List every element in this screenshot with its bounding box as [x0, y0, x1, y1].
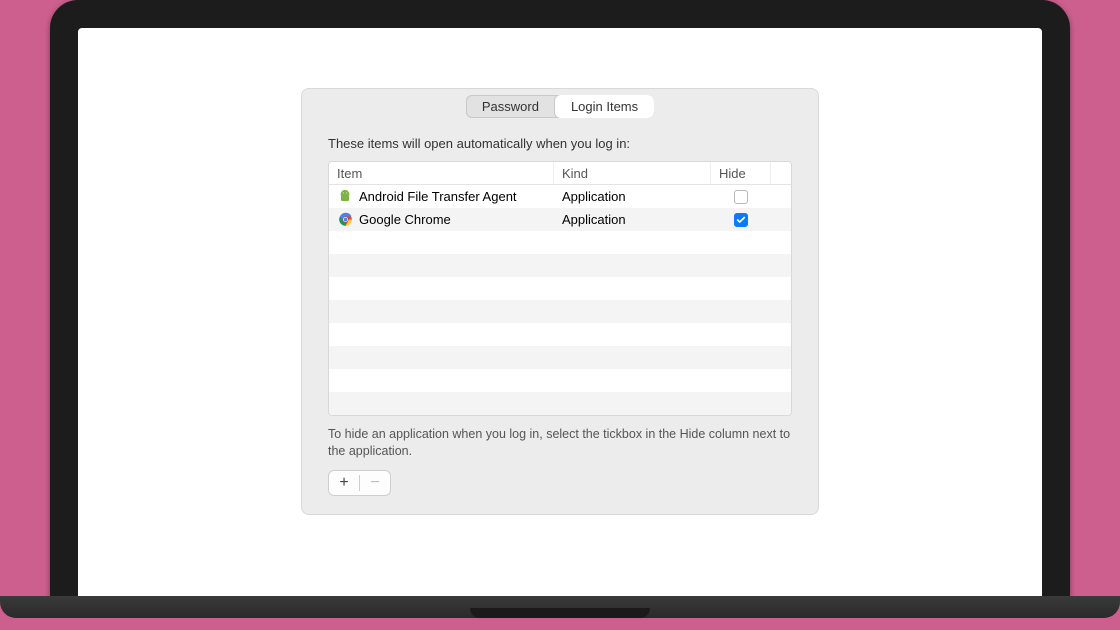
item-name: Google Chrome — [359, 212, 451, 227]
cell-hide — [711, 208, 771, 231]
remove-button[interactable]: − — [360, 471, 390, 495]
cell-spacer — [771, 185, 791, 208]
hint-text: To hide an application when you log in, … — [328, 426, 792, 460]
cell-spacer — [771, 208, 791, 231]
cell-hide — [711, 185, 771, 208]
login-items-table: Item Kind Hide Android File Transfer Age… — [328, 161, 792, 416]
table-row-empty — [329, 277, 791, 300]
table-row[interactable]: Google Chrome Application — [329, 208, 791, 231]
table-row[interactable]: Android File Transfer Agent Application — [329, 185, 791, 208]
cell-kind: Application — [554, 208, 711, 231]
item-name: Android File Transfer Agent — [359, 189, 517, 204]
col-kind[interactable]: Kind — [554, 162, 711, 184]
cell-kind: Application — [554, 185, 711, 208]
hide-checkbox[interactable] — [734, 190, 748, 204]
table-body: Android File Transfer AgentApplicationGo… — [329, 185, 791, 415]
laptop-mockup: Password Login Items These items will op… — [50, 0, 1070, 596]
cell-item: Android File Transfer Agent — [329, 185, 554, 208]
table-row-empty — [329, 346, 791, 369]
laptop-bezel: Password Login Items These items will op… — [50, 0, 1070, 596]
table-header: Item Kind Hide — [329, 162, 791, 185]
chrome-icon — [337, 212, 353, 228]
tab-login-items[interactable]: Login Items — [555, 95, 654, 118]
cell-item: Google Chrome — [329, 208, 554, 231]
panel-body: These items will open automatically when… — [302, 122, 818, 496]
android-icon — [337, 189, 353, 205]
col-spacer — [771, 162, 791, 184]
add-button[interactable]: + — [329, 471, 359, 495]
tab-bar: Password Login Items — [302, 89, 818, 122]
laptop-notch — [470, 608, 650, 618]
col-item[interactable]: Item — [329, 162, 554, 184]
table-row-empty — [329, 254, 791, 277]
screen: Password Login Items These items will op… — [78, 28, 1042, 596]
intro-text: These items will open automatically when… — [328, 136, 792, 151]
segmented-control: Password Login Items — [466, 95, 654, 118]
table-row-empty — [329, 300, 791, 323]
col-hide[interactable]: Hide — [711, 162, 771, 184]
table-row-empty — [329, 323, 791, 346]
table-row-empty — [329, 231, 791, 254]
table-row-empty — [329, 369, 791, 392]
add-remove-control: + − — [328, 470, 391, 496]
login-items-panel: Password Login Items These items will op… — [301, 88, 819, 515]
hide-checkbox[interactable] — [734, 213, 748, 227]
table-row-empty — [329, 392, 791, 415]
tab-password[interactable]: Password — [466, 95, 555, 118]
